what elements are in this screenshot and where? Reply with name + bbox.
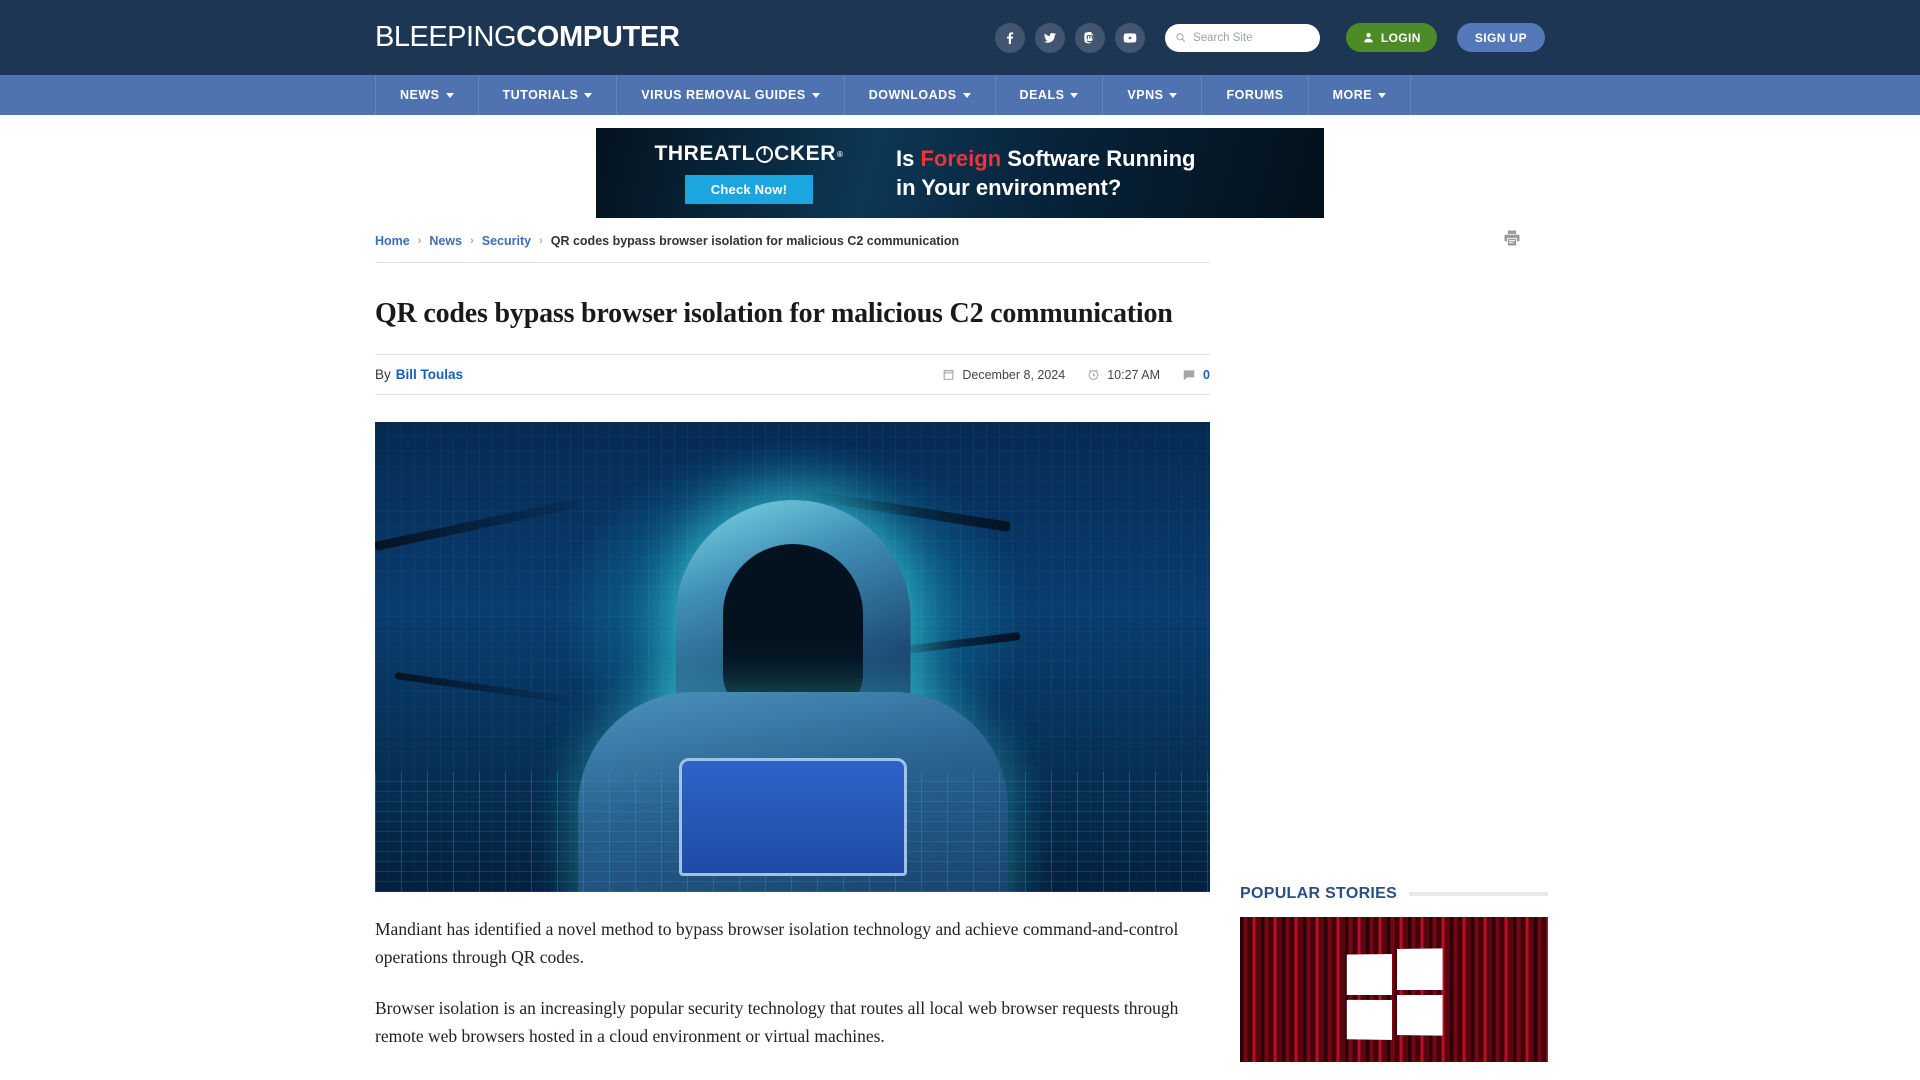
- author-link[interactable]: Bill Toulas: [396, 367, 463, 382]
- signup-button[interactable]: SIGN UP: [1456, 23, 1545, 52]
- nav-label: DEALS: [1019, 88, 1065, 102]
- publish-time: 10:27 AM: [1087, 368, 1160, 382]
- clock-icon: [1088, 369, 1099, 380]
- facebook-icon[interactable]: [994, 22, 1025, 53]
- popular-stories-title: POPULAR STORIES: [1240, 885, 1398, 902]
- main-column: Home › News › Security › QR codes bypass…: [375, 219, 1520, 1062]
- logo-text-bleeping: BLEEPING: [375, 21, 517, 53]
- ad-registered-mark: ®: [837, 149, 844, 159]
- windows-logo-icon: [1346, 948, 1443, 1041]
- signup-button-label: SIGN UP: [1474, 30, 1527, 45]
- calendar-icon: [944, 369, 954, 380]
- article-paragraph-1: Mandiant has identified a novel method t…: [375, 919, 1179, 967]
- chevron-down-icon: [445, 92, 454, 98]
- search-input[interactable]: [1193, 31, 1310, 44]
- twitter-icon[interactable]: [1034, 22, 1065, 53]
- publish-date-text: December 8, 2024: [962, 367, 1066, 382]
- threatlocker-ad[interactable]: THREATL CKER ® Check Now! Is Foreign Softw…: [596, 128, 1324, 218]
- main-navigation: NEWS TUTORIALS VIRUS REMOVAL GUIDES DOWN…: [0, 75, 1920, 115]
- windows-pane: [1396, 948, 1443, 990]
- ad-headline: Is Foreign Software Running in Your envi…: [896, 144, 1324, 202]
- ad-banner-region: THREATL CKER ® Check Now! Is Foreign Softw…: [0, 115, 1920, 219]
- article-paragraph-2: Browser isolation is an increasingly pop…: [375, 998, 1179, 1046]
- nav-item-forums[interactable]: FORUMS: [1202, 75, 1309, 115]
- nav-label: TUTORIALS: [502, 88, 579, 102]
- page-title: QR codes bypass browser isolation for ma…: [375, 298, 1173, 329]
- article-byline: By Bill Toulas December 8, 2024 10:27 AM…: [375, 354, 1210, 395]
- article-hero-image: [375, 422, 1210, 892]
- nav-item-virus-removal-guides[interactable]: VIRUS REMOVAL GUIDES: [617, 75, 845, 115]
- nav-label: FORUMS: [1226, 88, 1284, 102]
- logo-text-computer: COMPUTER: [516, 21, 680, 53]
- comment-meta[interactable]: 0: [1182, 368, 1210, 382]
- mastodon-icon[interactable]: [1074, 22, 1105, 53]
- breadcrumb-separator: ›: [539, 234, 543, 247]
- site-logo[interactable]: BLEEPING COMPUTER: [375, 21, 680, 54]
- chevron-down-icon: [962, 92, 971, 98]
- publish-time-text: 10:27 AM: [1107, 367, 1161, 382]
- user-icon: [1364, 32, 1373, 43]
- chevron-down-icon: [811, 92, 820, 98]
- youtube-icon[interactable]: [1114, 22, 1145, 53]
- breadcrumb-item-home[interactable]: Home: [375, 234, 410, 248]
- nav-label: NEWS: [400, 88, 440, 102]
- comment-icon: [1183, 369, 1195, 380]
- windows-pane: [1396, 994, 1443, 1037]
- nav-item-deals[interactable]: DEALS: [996, 75, 1104, 115]
- hero-face-shadow: [722, 544, 863, 716]
- login-button[interactable]: LOGIN: [1345, 23, 1437, 52]
- sidebar: POPULAR STORIES: [1240, 219, 1548, 1062]
- nav-item-news[interactable]: NEWS: [375, 75, 479, 115]
- search-icon: [1176, 33, 1186, 43]
- ad-brand-tail: CKER: [774, 142, 837, 165]
- breadcrumb: Home › News › Security › QR codes bypass…: [375, 234, 959, 248]
- chevron-down-icon: [1169, 92, 1178, 98]
- windows-pane: [1346, 999, 1392, 1041]
- chevron-down-icon: [1070, 92, 1079, 98]
- ad-headline-highlight: Foreign: [920, 145, 1002, 171]
- breadcrumb-separator: ›: [417, 234, 422, 247]
- chevron-down-icon: [584, 92, 593, 98]
- hero-laptop: [678, 758, 907, 876]
- print-icon[interactable]: [1502, 228, 1522, 253]
- ad-check-now-button[interactable]: Check Now!: [684, 175, 814, 204]
- nav-item-vpns[interactable]: VPNS: [1103, 75, 1203, 115]
- breadcrumb-item-security[interactable]: Security: [482, 234, 531, 248]
- page-content: Home › News › Security › QR codes bypass…: [375, 219, 1548, 1062]
- comment-count: 0: [1203, 367, 1210, 382]
- breadcrumb-row: Home › News › Security › QR codes bypass…: [375, 219, 1520, 263]
- ad-headline-post: Software Running: [1001, 145, 1196, 171]
- breadcrumb-item-news[interactable]: News: [429, 234, 462, 248]
- login-button-label: LOGIN: [1380, 30, 1421, 45]
- popular-story-thumbnail[interactable]: [1240, 917, 1548, 1062]
- nav-item-more[interactable]: MORE: [1309, 75, 1412, 115]
- breadcrumb-separator: ›: [470, 234, 474, 247]
- search-box[interactable]: [1164, 23, 1320, 52]
- breadcrumb-item-current: QR codes bypass browser isolation for ma…: [550, 233, 960, 248]
- power-lock-icon: [756, 145, 774, 163]
- windows-pane: [1346, 954, 1392, 995]
- ad-brand-head: THREATL: [654, 142, 756, 165]
- sidebar-ad-slot[interactable]: [1240, 233, 1548, 873]
- popular-stories-divider: [1409, 892, 1548, 896]
- ad-headline-line2: in Your environment?: [896, 175, 1122, 200]
- nav-item-downloads[interactable]: DOWNLOADS: [845, 75, 996, 115]
- site-header: BLEEPING COMPUTER Search Site LOGIN SIGN…: [0, 0, 1920, 75]
- nav-item-tutorials[interactable]: TUTORIALS: [479, 75, 618, 115]
- nav-label: MORE: [1332, 88, 1373, 102]
- social-links: [994, 22, 1145, 53]
- popular-stories-header: POPULAR STORIES: [1240, 885, 1548, 903]
- threatlocker-logo: THREATL CKER ®: [654, 142, 843, 166]
- chevron-down-icon: [1378, 92, 1387, 98]
- nav-label: VPNS: [1127, 88, 1164, 102]
- nav-label: VIRUS REMOVAL GUIDES: [641, 88, 806, 102]
- publish-date: December 8, 2024: [942, 368, 1065, 382]
- nav-label: DOWNLOADS: [868, 88, 957, 102]
- ad-headline-pre: Is: [896, 145, 921, 171]
- by-label: By: [375, 367, 391, 382]
